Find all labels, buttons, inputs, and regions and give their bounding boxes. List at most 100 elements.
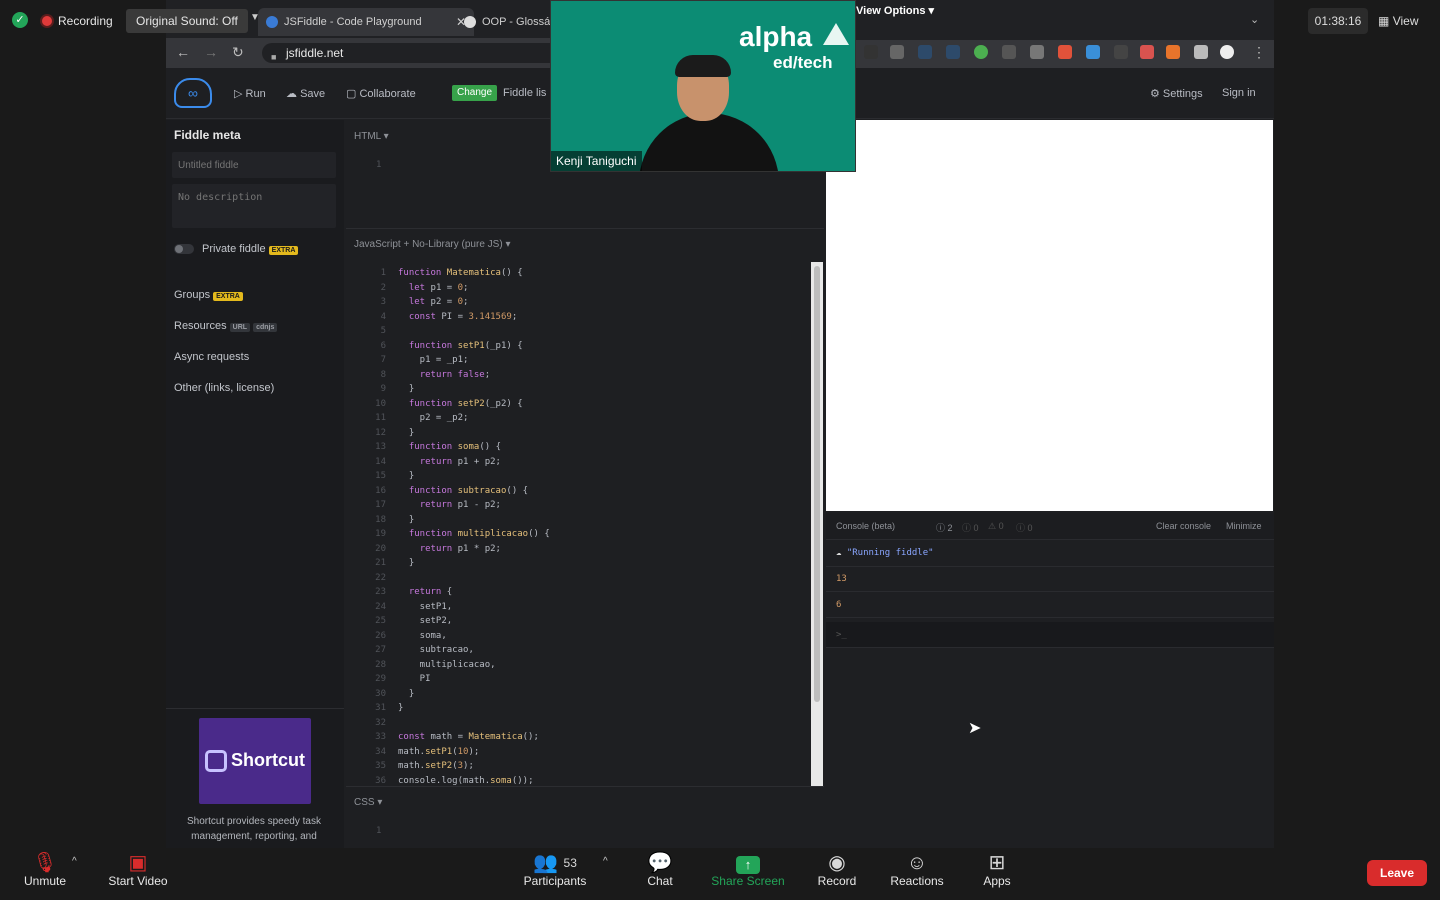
code-line[interactable]: 27 subtracao,	[366, 643, 806, 658]
code-line[interactable]: 28 multiplicacao,	[366, 658, 806, 673]
audio-options-caret-icon[interactable]: ^	[72, 856, 77, 867]
code-line[interactable]: 31}	[366, 701, 806, 716]
settings-button[interactable]: ⚙ Settings	[1150, 87, 1203, 100]
participant-video-tile[interactable]: alpha ed/tech Kenji Taniguchi	[550, 0, 856, 172]
participants-button[interactable]: 👥 53 Participants	[510, 850, 600, 888]
code-line[interactable]: 7 p1 = _p1;	[366, 353, 806, 368]
cdnjs-badge[interactable]: cdnjs	[253, 323, 278, 332]
code-line[interactable]: 24 setP1,	[366, 600, 806, 615]
code-line[interactable]: 8 return false;	[366, 368, 806, 383]
html-panel-label[interactable]: HTML ▾	[354, 131, 389, 142]
original-sound-toggle[interactable]: Original Sound: Off	[126, 9, 248, 33]
view-button[interactable]: ▦ View	[1378, 8, 1418, 34]
code-line[interactable]: 5	[366, 324, 806, 339]
code-line[interactable]: 25 setP2,	[366, 614, 806, 629]
start-video-button[interactable]: ▣ Start Video	[93, 850, 183, 888]
sign-in-link[interactable]: Sign in	[1222, 87, 1256, 99]
editor-scrollbar[interactable]	[811, 262, 823, 786]
tab-jsfiddle[interactable]: JSFiddle - Code Playground ✕	[258, 8, 474, 36]
back-arrow-icon[interactable]: ←	[176, 44, 190, 60]
security-shield-icon[interactable]: ✓	[12, 12, 28, 28]
run-button[interactable]: ▷ Run	[234, 87, 266, 100]
code-line[interactable]: 3 let p2 = 0;	[366, 295, 806, 310]
code-line[interactable]: 17 return p1 - p2;	[366, 498, 806, 513]
code-line[interactable]: 11 p2 = _p2;	[366, 411, 806, 426]
result-frame[interactable]	[826, 120, 1273, 511]
extension-icon[interactable]	[1086, 45, 1100, 59]
code-line[interactable]: 22	[366, 571, 806, 586]
code-line[interactable]: 19 function multiplicacao() {	[366, 527, 806, 542]
css-panel-label[interactable]: CSS ▾	[354, 797, 382, 808]
chat-button[interactable]: 💬 Chat	[615, 850, 705, 888]
code-line[interactable]: 23 return {	[366, 585, 806, 600]
change-badge[interactable]: Change	[452, 85, 498, 101]
extension-icon[interactable]	[918, 45, 932, 59]
recording-indicator[interactable]: Recording	[42, 10, 113, 32]
extension-icon[interactable]	[974, 45, 988, 59]
extension-icon[interactable]	[1058, 45, 1072, 59]
extension-icon[interactable]	[1140, 45, 1154, 59]
url-badge[interactable]: URL	[229, 323, 251, 332]
sidebar-item-groups[interactable]: Groups EXTRA	[174, 289, 243, 301]
extension-icon[interactable]	[890, 45, 904, 59]
fiddle-title-input[interactable]	[172, 152, 336, 178]
record-button[interactable]: ◉ Record	[792, 850, 882, 888]
more-vertical-icon[interactable]: ⋮	[1252, 44, 1266, 61]
code-line[interactable]: 34 math.setP1(10);	[366, 745, 806, 760]
code-line[interactable]: 18 }	[366, 513, 806, 528]
code-line[interactable]: 30 }	[366, 687, 806, 702]
puzzle-extensions-icon[interactable]	[1194, 45, 1208, 59]
code-line[interactable]: 26 soma,	[366, 629, 806, 644]
shortcut-ad-banner[interactable]: Shortcut	[199, 718, 311, 804]
code-line[interactable]: 2 let p1 = 0;	[366, 281, 806, 296]
sidebar-item-other[interactable]: Other (links, license)	[174, 382, 274, 394]
fiddle-list-link[interactable]: Fiddle lis	[503, 87, 546, 99]
code-line[interactable]: 33 const math = Matematica();	[366, 730, 806, 745]
save-button[interactable]: ☁ Save	[286, 87, 325, 100]
participants-caret-icon[interactable]: ^	[603, 856, 608, 867]
url-field[interactable]: ■ jsfiddle.net	[262, 43, 586, 63]
speaker-icon[interactable]	[1002, 45, 1016, 59]
leave-button[interactable]: Leave	[1367, 860, 1427, 886]
code-line[interactable]: 15 }	[366, 469, 806, 484]
private-fiddle-toggle[interactable]	[174, 244, 194, 254]
chevron-down-icon[interactable]: ⌄	[1250, 13, 1259, 26]
code-line[interactable]: 4 const PI = 3.141569;	[366, 310, 806, 325]
code-line[interactable]: 21 }	[366, 556, 806, 571]
reload-icon[interactable]: ↻	[232, 44, 244, 61]
code-line[interactable]: 6 function setP1(_p1) {	[366, 339, 806, 354]
ad-description[interactable]: Shortcut provides speedy task management…	[172, 814, 336, 844]
extension-icon[interactable]	[864, 45, 878, 59]
fiddle-description-input[interactable]	[172, 184, 336, 228]
code-line[interactable]: 9 }	[366, 382, 806, 397]
console-title[interactable]: Console (beta)	[836, 521, 895, 531]
jsfiddle-logo-icon[interactable]: ∞	[174, 78, 212, 108]
code-line[interactable]: 29 PI	[366, 672, 806, 687]
extension-icon[interactable]	[1030, 45, 1044, 59]
reactions-button[interactable]: ☺ Reactions	[872, 850, 962, 888]
share-screen-button[interactable]: ↑ Share Screen	[703, 850, 793, 888]
apps-button[interactable]: ⊞ Apps	[952, 850, 1042, 888]
collaborate-button[interactable]: ▢ Collaborate	[346, 87, 416, 100]
forward-arrow-icon[interactable]: →	[204, 44, 218, 60]
js-code-editor[interactable]: 1 function Matematica() {2 let p1 = 0; 3 l…	[366, 266, 806, 788]
code-line[interactable]: 13 function soma() {	[366, 440, 806, 455]
code-line[interactable]: 35 math.setP2(3);	[366, 759, 806, 774]
code-line[interactable]: 14 return p1 + p2;	[366, 455, 806, 470]
minimize-console-button[interactable]: Minimize	[1226, 521, 1262, 531]
sidebar-item-async-requests[interactable]: Async requests	[174, 351, 249, 363]
code-line[interactable]: 1 function Matematica() {	[366, 266, 806, 281]
js-panel-label[interactable]: JavaScript + No-Library (pure JS) ▾	[354, 239, 510, 250]
sidebar-item-resources[interactable]: Resources URL cdnjs	[174, 320, 278, 332]
code-line[interactable]: 16 function subtracao() {	[366, 484, 806, 499]
extension-icon[interactable]	[1166, 45, 1180, 59]
clear-console-button[interactable]: Clear console	[1156, 521, 1211, 531]
code-line[interactable]: 20 return p1 * p2;	[366, 542, 806, 557]
profile-avatar[interactable]	[1220, 45, 1234, 59]
code-line[interactable]: 32	[366, 716, 806, 731]
extension-icon[interactable]	[946, 45, 960, 59]
view-options-button[interactable]: View Options ▾	[856, 4, 934, 17]
code-line[interactable]: 10 function setP2(_p2) {	[366, 397, 806, 412]
extension-icon[interactable]	[1114, 45, 1128, 59]
chevron-down-icon[interactable]: ▼	[250, 12, 260, 23]
